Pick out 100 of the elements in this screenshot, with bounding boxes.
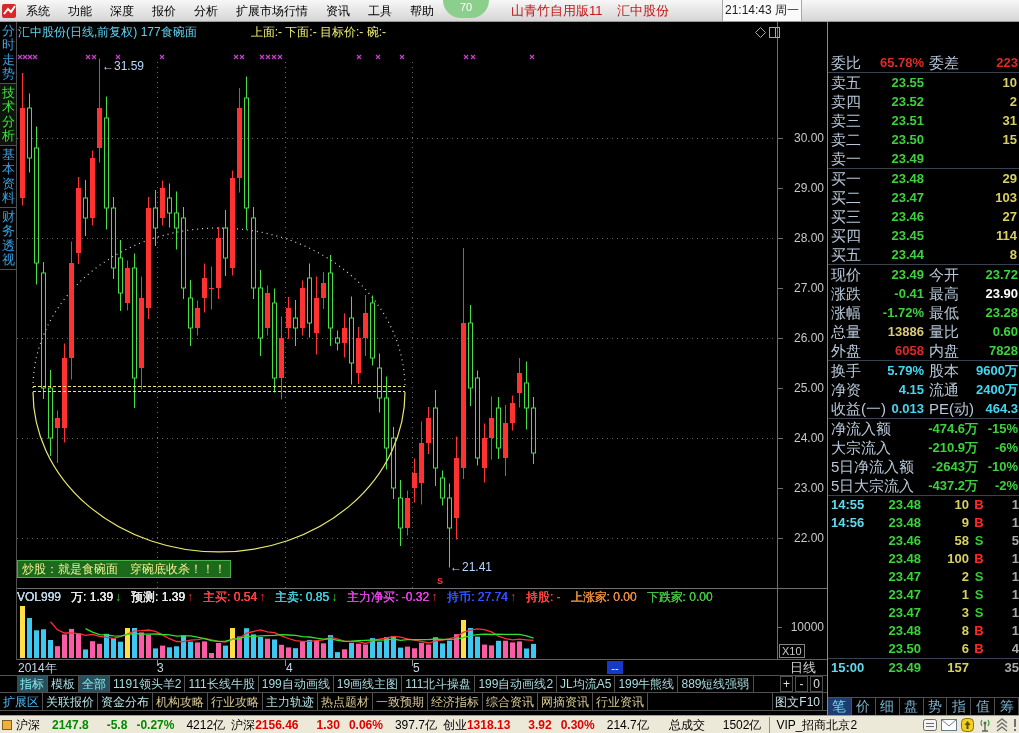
mail-icon[interactable] bbox=[941, 718, 957, 731]
side-tab[interactable]: 分时走势 bbox=[0, 22, 16, 84]
menu-item[interactable]: 分析 bbox=[185, 0, 227, 22]
indicator-tab[interactable]: 指标 bbox=[17, 676, 48, 692]
info-tab[interactable]: 经济指标 bbox=[428, 693, 483, 710]
detail-tab[interactable]: 笔 bbox=[828, 698, 852, 715]
flow-percent: -6% bbox=[993, 439, 1018, 457]
menu-item[interactable]: 资讯 bbox=[317, 0, 359, 22]
indicator-tab[interactable]: 模板 bbox=[48, 676, 79, 692]
date-axis-label: 2014年 bbox=[18, 661, 57, 675]
side-tab[interactable]: 技术分析 bbox=[0, 84, 16, 146]
quote-value: 2400万 bbox=[976, 381, 1018, 399]
zoom-button[interactable]: - bbox=[795, 676, 808, 692]
antenna-icon[interactable] bbox=[978, 717, 992, 732]
menu-item[interactable]: 帮助 bbox=[401, 0, 443, 22]
info-tab[interactable]: 资金分布 bbox=[98, 693, 153, 710]
volume-bar bbox=[482, 644, 487, 658]
volume-bar bbox=[286, 647, 291, 658]
falling-candle bbox=[496, 396, 501, 460]
menu-item[interactable]: 工具 bbox=[359, 0, 401, 22]
info-tab[interactable]: 机构攻略 bbox=[153, 693, 208, 710]
index-turnover: 397.7亿 bbox=[394, 716, 437, 733]
rising-candle bbox=[342, 313, 347, 358]
tick-time: 15:00 bbox=[831, 659, 866, 677]
tick-volume: 6 bbox=[960, 640, 969, 658]
flow-label: 5日大宗流入 bbox=[831, 476, 916, 495]
price-axis-label: 24.00 bbox=[793, 432, 824, 445]
info-tab[interactable]: 扩展区 bbox=[0, 693, 43, 710]
volume-bar bbox=[314, 640, 319, 658]
index-change: 3.92 bbox=[528, 716, 552, 733]
volume-bar bbox=[328, 635, 333, 658]
date-axis-label: 4 bbox=[286, 661, 293, 675]
volume-bar bbox=[174, 646, 179, 658]
formula-values: 上面:- 下面:- 目标价:- 碗:- bbox=[250, 25, 386, 39]
quote-label: 最低 bbox=[929, 303, 959, 322]
stock-name: 汇中股份 bbox=[616, 2, 669, 20]
volume-bar bbox=[258, 637, 263, 658]
tick-price: 23.48 bbox=[887, 514, 921, 532]
cross-marker-icon bbox=[375, 54, 381, 60]
range-selector[interactable]: -- bbox=[607, 661, 623, 674]
trend-arrow: ↑ bbox=[509, 591, 516, 604]
zoom-button[interactable]: 0 bbox=[810, 676, 823, 692]
tick-count: 1 bbox=[1010, 586, 1019, 604]
volume-axis-label: 10000 bbox=[790, 621, 824, 634]
up-arrow-badge-icon[interactable] bbox=[961, 717, 974, 732]
window-icon[interactable] bbox=[923, 718, 937, 731]
tick-price: 23.46 bbox=[887, 532, 921, 550]
volume-bar bbox=[216, 643, 221, 658]
stacked-chevrons-icon[interactable] bbox=[996, 717, 1008, 732]
price-axis-label: 26.00 bbox=[793, 332, 824, 345]
indicator-tab[interactable]: 1191领头羊2 bbox=[110, 676, 186, 692]
menu-item[interactable]: 报价 bbox=[143, 0, 185, 22]
quote-value: 0.60 bbox=[992, 323, 1018, 341]
indicator-tab[interactable]: JL均流A5 bbox=[557, 676, 616, 692]
order-level-label: 买三 bbox=[831, 207, 862, 226]
side-tab[interactable]: 财务透视 bbox=[0, 208, 16, 270]
rising-candle bbox=[405, 490, 410, 536]
info-tab[interactable]: 综合资讯 bbox=[483, 693, 538, 710]
legend-value: 万: 1.39 bbox=[71, 591, 114, 604]
volume-bar bbox=[118, 641, 123, 658]
volume-bar bbox=[391, 636, 396, 658]
side-tab[interactable]: 基本资料 bbox=[0, 146, 16, 208]
order-price: 23.49 bbox=[890, 150, 924, 168]
diamond-icon[interactable] bbox=[755, 27, 766, 38]
turnover-value: 1502亿 bbox=[722, 716, 762, 733]
volume-bar bbox=[489, 645, 494, 658]
quote-label: 内盘 bbox=[929, 341, 959, 360]
menu-item[interactable]: 深度 bbox=[101, 0, 143, 22]
volume-bar bbox=[48, 640, 53, 658]
info-tab[interactable]: 网摘资讯 bbox=[538, 693, 593, 710]
indicator-tab[interactable]: 全部 bbox=[79, 676, 110, 692]
volume-bar bbox=[524, 648, 529, 658]
menu-item[interactable]: 系统 bbox=[17, 0, 59, 22]
info-tab[interactable]: 行业攻略 bbox=[208, 693, 263, 710]
zoom-button[interactable]: + bbox=[780, 676, 793, 692]
trade-side: B bbox=[973, 514, 985, 532]
falling-candle bbox=[174, 191, 179, 250]
f10-button[interactable]: 图文F10 bbox=[772, 693, 823, 710]
volume-bar bbox=[503, 640, 508, 658]
legend-value: 主力净买: -0.32 bbox=[347, 591, 430, 604]
menu-item[interactable]: 功能 bbox=[59, 0, 101, 22]
flow-amount: -474.6万 bbox=[927, 420, 978, 438]
panel-icon[interactable] bbox=[769, 27, 780, 38]
rising-candle bbox=[412, 458, 417, 503]
rising-candle bbox=[321, 271, 326, 310]
price-axis-label: 23.00 bbox=[793, 482, 824, 495]
volume-bar bbox=[300, 641, 305, 658]
info-tab[interactable]: 热点题材 bbox=[318, 693, 373, 710]
info-tab[interactable]: 一致预期 bbox=[373, 693, 428, 710]
exclamation-icon[interactable] bbox=[1012, 717, 1018, 732]
info-tab[interactable]: 关联报价 bbox=[43, 693, 98, 710]
info-tab[interactable]: 主力轨迹 bbox=[263, 693, 318, 710]
order-volume: 114 bbox=[995, 227, 1017, 245]
info-tab[interactable]: 行业资讯 bbox=[593, 693, 648, 710]
square-icon[interactable] bbox=[2, 719, 12, 730]
high-price-label: ←31.59 bbox=[102, 60, 145, 73]
cross-marker-icon bbox=[399, 54, 405, 60]
price-axis-label: 22.00 bbox=[793, 532, 824, 545]
period-button[interactable]: 日线 bbox=[790, 660, 816, 675]
menu-item[interactable]: 扩展市场行情 bbox=[227, 0, 317, 22]
